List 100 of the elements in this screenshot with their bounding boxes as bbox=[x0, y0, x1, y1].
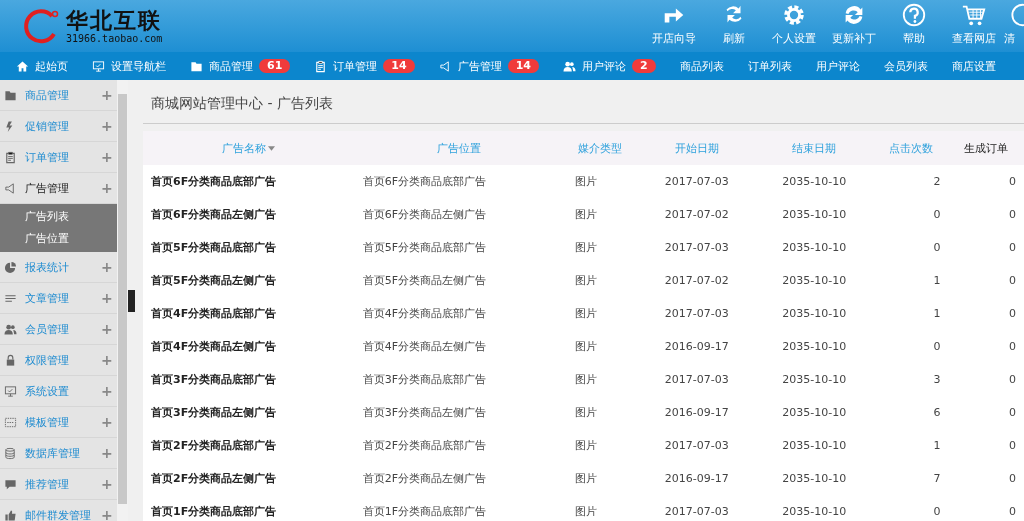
table-cell: 首页3F分类商品底部广告 bbox=[143, 363, 355, 396]
table-cell: 图片 bbox=[562, 495, 638, 521]
toolbar-button[interactable]: 查看网店 bbox=[944, 0, 1004, 52]
table-cell: 首页2F分类商品底部广告 bbox=[354, 429, 563, 462]
nav-link[interactable]: 广告管理 14 bbox=[438, 58, 539, 74]
nav-link[interactable]: 订单管理 14 bbox=[314, 58, 415, 74]
table-cell: 2017-07-03 bbox=[638, 165, 756, 198]
table-cell: 2017-07-03 bbox=[638, 363, 756, 396]
table-cell: 2035-10-10 bbox=[755, 495, 873, 521]
table-cell: 首页6F分类商品左侧广告 bbox=[143, 198, 355, 231]
table-cell: 2017-07-03 bbox=[638, 231, 756, 264]
speaker-icon bbox=[4, 181, 17, 195]
table-cell: 图片 bbox=[562, 198, 638, 231]
table-cell: 2035-10-10 bbox=[755, 231, 873, 264]
submenu-item[interactable]: 广告位置 bbox=[0, 228, 117, 250]
table-cell: 2017-07-03 bbox=[638, 429, 756, 462]
submenu-item[interactable]: 广告列表 bbox=[0, 206, 117, 228]
table-cell: 首页3F分类商品左侧广告 bbox=[143, 396, 355, 429]
nav-link[interactable]: 商品列表 bbox=[679, 58, 724, 74]
table-cell: 首页4F分类商品左侧广告 bbox=[354, 330, 563, 363]
table-cell: 2017-07-03 bbox=[638, 495, 756, 521]
toolbar-button[interactable]: 刷新 bbox=[704, 0, 764, 52]
table-cell: 图片 bbox=[562, 330, 638, 363]
table-cell: 首页4F分类商品左侧广告 bbox=[143, 330, 355, 363]
table-cell: 2017-07-03 bbox=[638, 297, 756, 330]
table-cell: 0 bbox=[948, 165, 1024, 198]
column-header[interactable]: 媒介类型 bbox=[562, 131, 638, 165]
nav-link[interactable]: 用户评论 2 bbox=[562, 58, 656, 74]
toolbar-button[interactable]: 清 bbox=[1004, 0, 1024, 52]
scrollbar[interactable] bbox=[117, 80, 128, 521]
table-cell: 0 bbox=[948, 198, 1024, 231]
table-cell: 首页6F分类商品底部广告 bbox=[354, 165, 563, 198]
table-cell: 2035-10-10 bbox=[755, 396, 873, 429]
toolbar-button[interactable]: 个人设置 bbox=[764, 0, 824, 52]
clipboard-icon bbox=[314, 59, 328, 73]
column-header[interactable]: 开始日期 bbox=[638, 131, 756, 165]
toolbar-button[interactable]: 帮助 bbox=[884, 0, 944, 52]
table-cell: 0 bbox=[948, 297, 1024, 330]
table-cell: 0 bbox=[948, 396, 1024, 429]
table-cell: 2035-10-10 bbox=[755, 264, 873, 297]
nav-link[interactable]: 订单列表 bbox=[747, 58, 792, 74]
table-cell: 0 bbox=[872, 330, 949, 363]
table-cell: 2035-10-10 bbox=[755, 198, 873, 231]
table-cell: 图片 bbox=[562, 396, 638, 429]
home-icon bbox=[16, 59, 29, 73]
table-cell: 0 bbox=[948, 462, 1024, 495]
table-cell: 图片 bbox=[562, 462, 638, 495]
nav-link[interactable]: 会员列表 bbox=[883, 58, 928, 74]
table-cell: 2035-10-10 bbox=[755, 462, 873, 495]
table-cell: 3 bbox=[872, 363, 949, 396]
table-cell: 0 bbox=[872, 495, 949, 521]
table-cell: 首页6F分类商品左侧广告 bbox=[354, 198, 563, 231]
toolbar-button[interactable]: 开店向导 bbox=[644, 0, 704, 52]
nav-link[interactable]: 用户评论 bbox=[815, 58, 860, 74]
table-cell: 首页2F分类商品左侧广告 bbox=[143, 462, 355, 495]
count-badge: 2 bbox=[631, 59, 656, 73]
table-cell: 0 bbox=[948, 264, 1024, 297]
table-cell: 首页3F分类商品左侧广告 bbox=[354, 396, 563, 429]
column-header[interactable]: 广告名称 bbox=[143, 131, 355, 165]
table-cell: 图片 bbox=[562, 165, 638, 198]
table-cell: 2017-07-02 bbox=[638, 198, 756, 231]
logo-subtitle: 31966.taobao.com bbox=[66, 32, 163, 44]
table-cell: 0 bbox=[948, 363, 1024, 396]
table-cell: 2016-09-17 bbox=[638, 396, 756, 429]
table-cell: 7 bbox=[872, 462, 949, 495]
nav-link[interactable]: 起始页 bbox=[16, 58, 68, 74]
toolbar-button[interactable]: 更新补丁 bbox=[824, 0, 884, 52]
table-cell: 2 bbox=[872, 165, 949, 198]
table-cell: 首页4F分类商品底部广告 bbox=[354, 297, 563, 330]
count-badge: 14 bbox=[507, 59, 539, 73]
column-header[interactable]: 结束日期 bbox=[755, 131, 873, 165]
collapse-handle[interactable] bbox=[128, 290, 135, 312]
table-cell: 0 bbox=[872, 198, 949, 231]
table-cell: 首页1F分类商品底部广告 bbox=[143, 495, 355, 521]
table-cell: 2035-10-10 bbox=[755, 363, 873, 396]
table-cell: 首页2F分类商品左侧广告 bbox=[354, 462, 563, 495]
folder-icon bbox=[190, 59, 203, 73]
table-cell: 2035-10-10 bbox=[755, 429, 873, 462]
table-cell: 首页5F分类商品左侧广告 bbox=[143, 264, 355, 297]
table-cell: 首页5F分类商品底部广告 bbox=[354, 231, 563, 264]
column-header[interactable]: 点击次数 bbox=[872, 131, 949, 165]
table-cell: 0 bbox=[948, 429, 1024, 462]
nav-link[interactable]: 商品管理 61 bbox=[190, 58, 291, 74]
caret-icon bbox=[268, 146, 276, 151]
table-cell: 图片 bbox=[562, 231, 638, 264]
nav-link[interactable]: 商店设置 bbox=[951, 58, 996, 74]
table-cell: 首页6F分类商品底部广告 bbox=[143, 165, 355, 198]
table-cell: 0 bbox=[948, 231, 1024, 264]
settings-icon bbox=[781, 2, 807, 28]
monitor-icon bbox=[92, 59, 105, 73]
table-cell: 图片 bbox=[562, 264, 638, 297]
count-badge: 61 bbox=[259, 59, 291, 73]
table-cell: 1 bbox=[872, 297, 949, 330]
folder-icon bbox=[4, 88, 17, 102]
nav-link[interactable]: 设置导航栏 bbox=[92, 58, 166, 74]
table-cell: 图片 bbox=[562, 363, 638, 396]
table-cell: 首页5F分类商品左侧广告 bbox=[354, 264, 563, 297]
table-cell: 0 bbox=[872, 231, 949, 264]
column-header[interactable]: 广告位置 bbox=[354, 131, 563, 165]
column-header: 生成订单 bbox=[948, 131, 1024, 165]
